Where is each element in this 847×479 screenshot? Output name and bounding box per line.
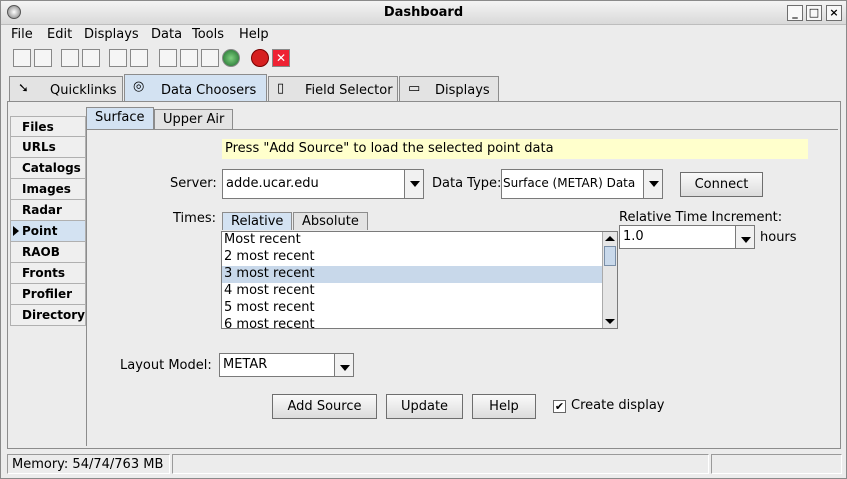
link-icon[interactable] xyxy=(61,49,79,67)
menu-file[interactable]: File xyxy=(11,27,33,42)
axis-icon[interactable] xyxy=(180,49,198,67)
sidebar-item-directory[interactable]: Directory xyxy=(10,305,86,326)
menu-data[interactable]: Data xyxy=(151,27,182,42)
tab-field-selector[interactable]: ▯ Field Selector xyxy=(268,76,398,102)
tab-absolute[interactable]: Absolute xyxy=(293,212,368,230)
toolbar: ✕ xyxy=(1,47,846,71)
binoculars-icon: ◎ xyxy=(133,79,145,94)
times-label: Times: xyxy=(173,211,216,226)
surface-panel: Press "Add Source" to load the selected … xyxy=(86,129,838,446)
maximize-button[interactable]: □ xyxy=(806,5,822,21)
status-progress xyxy=(711,454,842,474)
main-tabs: ➘ Quicklinks ◎ Data Choosers ▯ Field Sel… xyxy=(5,74,845,103)
list-item[interactable]: 3 most recent xyxy=(222,266,617,283)
edit-icon[interactable] xyxy=(159,49,177,67)
sidebar-item-label: Point xyxy=(22,224,58,238)
connect-button[interactable]: Connect xyxy=(680,172,763,197)
data-type-label: Data Type: xyxy=(432,176,502,191)
new-window-icon[interactable] xyxy=(34,49,52,67)
scroll-thumb[interactable] xyxy=(604,246,616,266)
selected-arrow-icon xyxy=(13,226,19,236)
tab-upper-air[interactable]: Upper Air xyxy=(154,109,234,129)
point-chooser: Surface Upper Air Press "Add Source" to … xyxy=(86,106,838,446)
sidebar-item-catalogs[interactable]: Catalogs xyxy=(10,158,86,179)
sidebar-item-profiler[interactable]: Profiler xyxy=(10,284,86,305)
increment-value: 1.0 xyxy=(623,229,644,244)
chevron-down-icon[interactable] xyxy=(735,225,755,249)
sidebar-item-files[interactable]: Files xyxy=(10,116,86,137)
memory-status: Memory: 54/74/763 MB xyxy=(7,454,170,474)
layout-model-label: Layout Model: xyxy=(120,358,212,373)
scroll-up-icon[interactable] xyxy=(605,236,615,241)
tab-quicklinks[interactable]: ➘ Quicklinks xyxy=(9,76,123,102)
sidebar-item-raob[interactable]: RAOB xyxy=(10,242,86,263)
window-title: Dashboard xyxy=(383,5,464,20)
list-item[interactable]: 5 most recent xyxy=(222,300,617,317)
tab-displays[interactable]: ▭ Displays xyxy=(399,76,499,102)
menu-displays[interactable]: Displays xyxy=(84,27,139,42)
increment-combo[interactable]: 1.0 xyxy=(619,225,755,249)
chooser-sidebar: Files URLs Catalogs Images Radar Point R… xyxy=(10,116,86,326)
sidebar-item-images[interactable]: Images xyxy=(10,179,86,200)
monitor-icon: ▭ xyxy=(408,81,421,96)
tab-relative[interactable]: Relative xyxy=(222,212,293,230)
list-item[interactable]: 4 most recent xyxy=(222,283,617,300)
probe-icon[interactable] xyxy=(201,49,219,67)
list-item[interactable]: 6 most recent xyxy=(222,317,617,328)
sidebar-item-point[interactable]: Point xyxy=(10,221,86,242)
close-button[interactable]: × xyxy=(826,5,842,21)
increment-label: Relative Time Increment: xyxy=(619,210,783,225)
sidebar-item-fronts[interactable]: Fronts xyxy=(10,263,86,284)
tab-surface[interactable]: Surface xyxy=(86,107,154,129)
server-value: adde.ucar.edu xyxy=(226,176,319,191)
instruction-message: Press "Add Source" to load the selected … xyxy=(222,139,808,159)
chevron-down-icon[interactable] xyxy=(643,169,663,199)
update-button[interactable]: Update xyxy=(386,394,463,419)
scroll-down-icon[interactable] xyxy=(605,319,615,324)
dashboard-window: Dashboard _ □ × File Edit Displays Data … xyxy=(0,0,847,479)
minimize-button[interactable]: _ xyxy=(787,5,803,21)
create-display-label: Create display xyxy=(571,398,665,413)
clipboard-icon: ▯ xyxy=(277,81,285,96)
server-label: Server: xyxy=(170,176,217,191)
layout-model-value: METAR xyxy=(223,357,268,372)
cut-icon[interactable] xyxy=(130,49,148,67)
quicklinks-icon: ➘ xyxy=(18,81,29,96)
data-choosers-panel: Files URLs Catalogs Images Radar Point R… xyxy=(7,101,841,449)
globe-icon[interactable] xyxy=(222,49,240,67)
list-item[interactable]: 2 most recent xyxy=(222,249,617,266)
stop-icon[interactable] xyxy=(251,49,269,67)
status-message xyxy=(172,454,709,474)
layout-model-combo[interactable]: METAR xyxy=(219,353,354,377)
menu-help[interactable]: Help xyxy=(239,27,269,42)
menu-tools[interactable]: Tools xyxy=(192,27,224,42)
eraser-icon[interactable] xyxy=(109,49,127,67)
data-type-combo[interactable]: Surface (METAR) Data xyxy=(501,169,663,199)
title-bar: Dashboard _ □ × xyxy=(1,1,846,25)
menu-edit[interactable]: Edit xyxy=(47,27,72,42)
times-list[interactable]: Most recent 2 most recent 3 most recent … xyxy=(221,231,618,329)
hours-label: hours xyxy=(760,230,797,245)
cancel-icon[interactable]: ✕ xyxy=(272,49,290,67)
add-source-button[interactable]: Add Source xyxy=(272,394,377,419)
home-icon[interactable] xyxy=(13,49,31,67)
chevron-down-icon[interactable] xyxy=(334,353,354,377)
copy-icon[interactable] xyxy=(82,49,100,67)
data-type-value: Surface (METAR) Data xyxy=(503,176,636,190)
sidebar-item-radar[interactable]: Radar xyxy=(10,200,86,221)
create-display-checkbox[interactable]: ✔ xyxy=(553,400,566,413)
help-button[interactable]: Help xyxy=(472,394,536,419)
list-item[interactable]: Most recent xyxy=(222,232,617,249)
sidebar-item-urls[interactable]: URLs xyxy=(10,137,86,158)
server-combo[interactable]: adde.ucar.edu xyxy=(222,169,424,199)
menu-bar: File Edit Displays Data Tools Help xyxy=(1,25,846,45)
chevron-down-icon[interactable] xyxy=(404,169,424,199)
tab-data-choosers[interactable]: ◎ Data Choosers xyxy=(124,74,267,103)
times-scrollbar[interactable] xyxy=(602,232,617,328)
